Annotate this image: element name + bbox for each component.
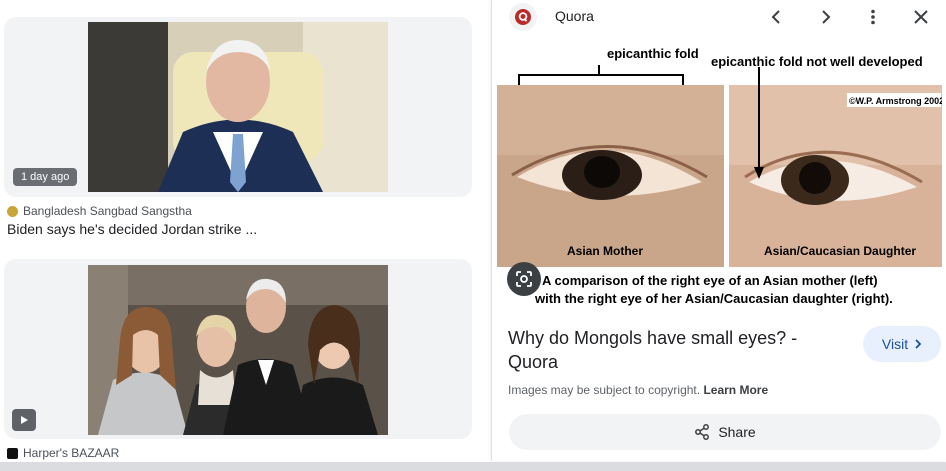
label-epicanthic-fold: epicanthic fold: [607, 46, 699, 61]
result-source-1[interactable]: Bangladesh Sangbad Sangstha: [7, 204, 192, 218]
source-name: Bangladesh Sangbad Sangstha: [23, 204, 192, 218]
time-badge: 1 day ago: [13, 168, 78, 186]
share-label: Share: [718, 424, 756, 440]
play-icon: [21, 416, 28, 424]
site-name[interactable]: Quora: [555, 8, 594, 24]
horizontal-scrollbar[interactable]: [0, 462, 946, 471]
caption-line-2: with the right eye of her Asian/Caucasia…: [534, 291, 893, 306]
result-title-1[interactable]: Biden says he's decided Jordan strike ..…: [7, 221, 257, 237]
google-lens-button[interactable]: [507, 262, 541, 296]
image-copyright-mark: ©W.P. Armstrong 2002: [849, 96, 942, 106]
source-favicon-icon: [7, 205, 18, 217]
close-button[interactable]: [909, 5, 933, 29]
copyright-notice: Images may be subject to copyright. Lear…: [508, 383, 768, 397]
preview-image[interactable]: epicanthic fold epicanthic fold not well…: [497, 37, 942, 314]
label-asian-caucasian-daughter: Asian/Caucasian Daughter: [764, 244, 916, 258]
result-source-2[interactable]: Harper's BAZAAR: [7, 446, 119, 460]
result-thumbnail-2[interactable]: [88, 265, 388, 435]
visit-label: Visit: [881, 336, 909, 352]
result-card-1[interactable]: 1 day ago: [4, 17, 472, 197]
close-icon: [914, 10, 928, 24]
quora-logo-icon: [509, 3, 537, 31]
result-title[interactable]: Why do Mongols have small eyes? - Quora: [508, 326, 828, 374]
page: 1 day ago Bangladesh Sangbad Sangstha Bi…: [0, 0, 946, 471]
source-favicon-icon: [7, 447, 18, 459]
more-vert-icon: [871, 9, 875, 25]
chevron-right-icon: [915, 339, 922, 349]
label-fold-not-developed: epicanthic fold not well developed: [711, 54, 923, 69]
lens-icon: [516, 271, 532, 287]
share-icon: [695, 424, 710, 440]
video-badge: [12, 409, 36, 431]
next-button[interactable]: [813, 5, 837, 29]
result-thumbnail-1[interactable]: [88, 22, 388, 192]
source-name: Harper's BAZAAR: [23, 446, 120, 460]
copyright-text: Images may be subject to copyright.: [508, 383, 701, 397]
chevron-right-icon: [822, 10, 831, 24]
share-button[interactable]: Share: [509, 414, 941, 450]
caption-line-1: A comparison of the right eye of an Asia…: [542, 273, 878, 288]
image-preview-panel: Quora epicanthic fold epicanthic fold no…: [491, 0, 946, 461]
learn-more-link[interactable]: Learn More: [703, 383, 768, 397]
chevron-left-icon: [771, 10, 780, 24]
result-card-2[interactable]: [4, 259, 472, 439]
visit-button[interactable]: Visit: [863, 326, 941, 362]
more-options-button[interactable]: [861, 5, 885, 29]
label-asian-mother: Asian Mother: [567, 244, 643, 258]
previous-button[interactable]: [765, 5, 789, 29]
